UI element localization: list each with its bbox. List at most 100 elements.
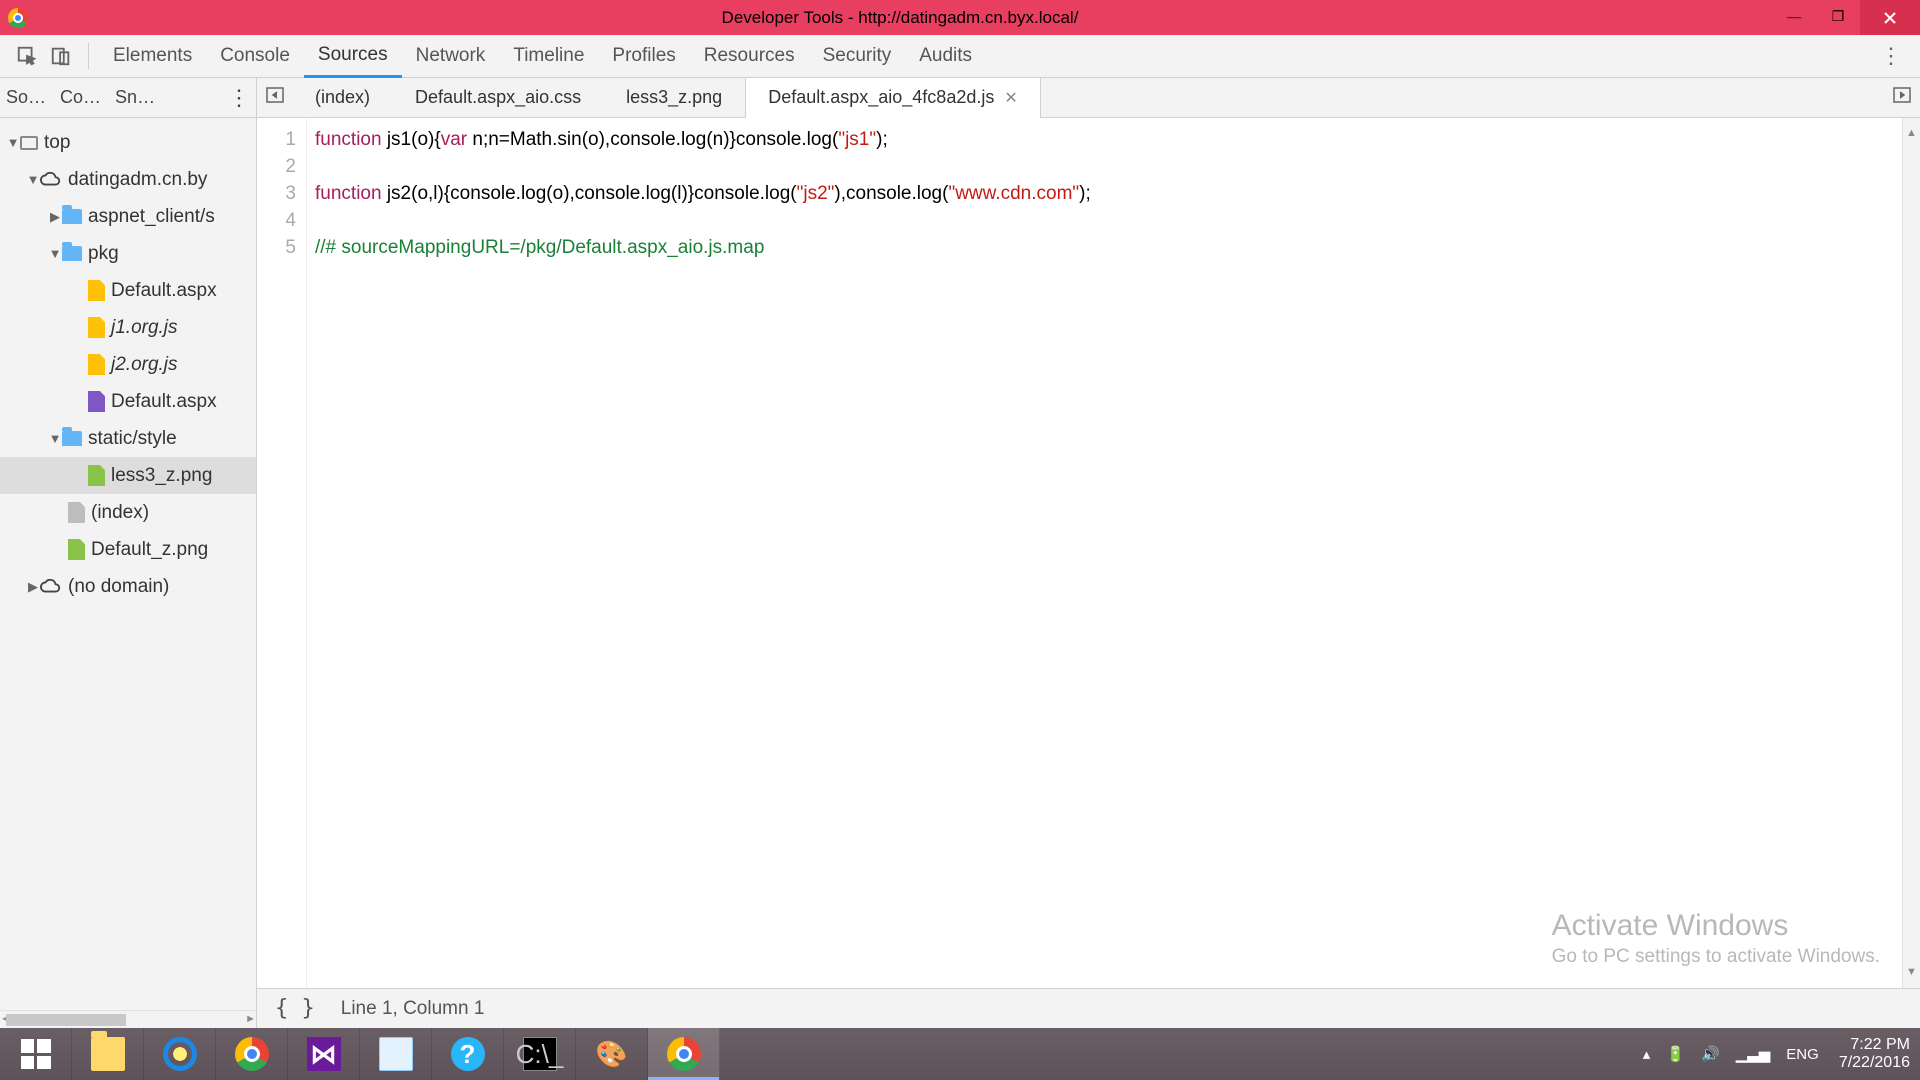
pretty-print-icon[interactable]: { } [275, 996, 315, 1021]
visualstudio-icon: ⋈ [307, 1037, 341, 1071]
tree-folder-pkg[interactable]: ▼pkg [0, 235, 256, 272]
toolbar-more-icon[interactable]: ⋮ [1872, 43, 1910, 69]
tree-folder-static[interactable]: ▼static/style [0, 420, 256, 457]
tree-label: aspnet_client/s [88, 206, 215, 228]
taskbar-chrome[interactable] [216, 1028, 288, 1080]
taskbar-paint[interactable]: 🎨 [576, 1028, 648, 1080]
line-number: 3 [257, 180, 296, 207]
taskbar-cmd[interactable]: C:\_ [504, 1028, 576, 1080]
editor-scrollbar[interactable]: ▲▼ [1902, 118, 1920, 988]
editor-tab-label: Default.aspx_aio_4fc8a2d.js [768, 87, 994, 108]
show-debugger-icon[interactable] [1884, 85, 1920, 110]
battery-icon[interactable]: 🔋 [1666, 1045, 1685, 1063]
editor-pane: (index) Default.aspx_aio.css less3_z.png… [257, 78, 1920, 1028]
toolbar-separator [88, 43, 89, 69]
taskbar-clock[interactable]: 7:22 PM 7/22/2016 [1829, 1036, 1920, 1073]
tab-profiles[interactable]: Profiles [598, 35, 689, 78]
sidebar-more-icon[interactable]: ⋮ [228, 85, 250, 111]
start-button[interactable] [0, 1028, 72, 1080]
sidebar-tabs: So… Co… Sn… ⋮ [0, 78, 256, 118]
tree-label: Default.aspx [111, 280, 217, 302]
tree-folder-aspnet[interactable]: ▶aspnet_client/s [0, 198, 256, 235]
tab-console[interactable]: Console [206, 35, 304, 78]
chrome-icon [667, 1037, 701, 1071]
taskbar-explorer[interactable] [72, 1028, 144, 1080]
tree-file[interactable]: Default.aspx [0, 383, 256, 420]
volume-icon[interactable]: 🔊 [1701, 1045, 1720, 1063]
taskbar-visualstudio[interactable]: ⋈ [288, 1028, 360, 1080]
tree-label: (index) [91, 502, 149, 524]
chrome-logo-icon [8, 8, 28, 28]
code-editor[interactable]: 1 2 3 4 5 function js1(o){var n;n=Math.s… [257, 118, 1920, 988]
close-button[interactable] [1860, 0, 1920, 35]
tree-file[interactable]: j1.org.js [0, 309, 256, 346]
watermark-title: Activate Windows [1552, 912, 1880, 939]
tray-chevron-icon[interactable]: ▴ [1643, 1045, 1651, 1063]
line-number: 1 [257, 126, 296, 153]
taskbar-chrome-active[interactable] [648, 1028, 720, 1080]
tree-nodomain[interactable]: ▶(no domain) [0, 568, 256, 605]
minimize-button[interactable]: — [1772, 0, 1816, 35]
ie-icon [163, 1037, 197, 1071]
tab-network[interactable]: Network [402, 35, 500, 78]
cloud-icon [40, 169, 62, 191]
image-file-icon [68, 539, 85, 560]
tab-timeline[interactable]: Timeline [499, 35, 598, 78]
show-navigator-icon[interactable] [257, 85, 293, 110]
close-tab-icon[interactable]: ✕ [1004, 88, 1017, 108]
windows-logo-icon [21, 1039, 51, 1069]
notepad-icon [379, 1037, 413, 1071]
sidebar-tab-content[interactable]: Co… [60, 87, 101, 108]
tree-label: less3_z.png [111, 465, 212, 487]
image-file-icon [88, 465, 105, 486]
tree-domain[interactable]: ▼datingadm.cn.by [0, 161, 256, 198]
folder-icon [62, 209, 82, 224]
tree-label: (no domain) [68, 576, 169, 598]
tree-label: datingadm.cn.by [68, 169, 207, 191]
editor-tab-index[interactable]: (index) [293, 78, 393, 118]
tree-file[interactable]: (index) [0, 494, 256, 531]
watermark-subtitle: Go to PC settings to activate Windows. [1552, 943, 1880, 970]
editor-tab-js-active[interactable]: Default.aspx_aio_4fc8a2d.js ✕ [745, 78, 1041, 118]
windows-taskbar: ⋈ ? C:\_ 🎨 ▴ 🔋 🔊 ▁▃▅ ENG 7:22 PM 7/22/20… [0, 1028, 1920, 1080]
language-indicator[interactable]: ENG [1786, 1046, 1819, 1063]
tree-top[interactable]: ▼top [0, 124, 256, 161]
tab-audits[interactable]: Audits [905, 35, 986, 78]
folder-icon [91, 1037, 125, 1071]
tree-label: j2.org.js [111, 354, 178, 376]
system-tray[interactable]: ▴ 🔋 🔊 ▁▃▅ ENG [1633, 1045, 1829, 1063]
editor-tabstrip: (index) Default.aspx_aio.css less3_z.png… [257, 78, 1920, 118]
editor-tab-css[interactable]: Default.aspx_aio.css [393, 78, 604, 118]
tree-file[interactable]: j2.org.js [0, 346, 256, 383]
tab-sources[interactable]: Sources [304, 35, 402, 78]
device-toggle-icon[interactable] [44, 39, 78, 73]
inspect-element-icon[interactable] [10, 39, 44, 73]
line-number: 2 [257, 153, 296, 180]
line-gutter: 1 2 3 4 5 [257, 118, 307, 988]
taskbar-help[interactable]: ? [432, 1028, 504, 1080]
devtools-toolbar: Elements Console Sources Network Timelin… [0, 35, 1920, 78]
taskbar-notepad[interactable] [360, 1028, 432, 1080]
taskbar-ie[interactable] [144, 1028, 216, 1080]
network-icon[interactable]: ▁▃▅ [1736, 1045, 1771, 1063]
tab-security[interactable]: Security [809, 35, 906, 78]
editor-tab-png[interactable]: less3_z.png [604, 78, 745, 118]
js-file-icon [88, 354, 105, 375]
tree-file-selected[interactable]: less3_z.png [0, 457, 256, 494]
tree-label: Default_z.png [91, 539, 208, 561]
sidebar-scrollbar[interactable]: ◄► [0, 1010, 256, 1028]
sources-sidebar: So… Co… Sn… ⋮ ▼top ▼datingadm.cn.by ▶asp… [0, 78, 257, 1028]
line-number: 5 [257, 234, 296, 261]
tree-label: static/style [88, 428, 177, 450]
paint-icon: 🎨 [595, 1037, 629, 1071]
window-titlebar: Developer Tools - http://datingadm.cn.by… [0, 0, 1920, 35]
tree-file[interactable]: Default_z.png [0, 531, 256, 568]
tab-resources[interactable]: Resources [690, 35, 809, 78]
maximize-button[interactable]: ❐ [1816, 0, 1860, 35]
tab-elements[interactable]: Elements [99, 35, 206, 78]
sidebar-tab-snippets[interactable]: Sn… [115, 87, 155, 108]
windows-activation-watermark: Activate Windows Go to PC settings to ac… [1552, 912, 1880, 970]
chrome-icon [235, 1037, 269, 1071]
tree-file[interactable]: Default.aspx [0, 272, 256, 309]
sidebar-tab-sources[interactable]: So… [6, 87, 46, 108]
